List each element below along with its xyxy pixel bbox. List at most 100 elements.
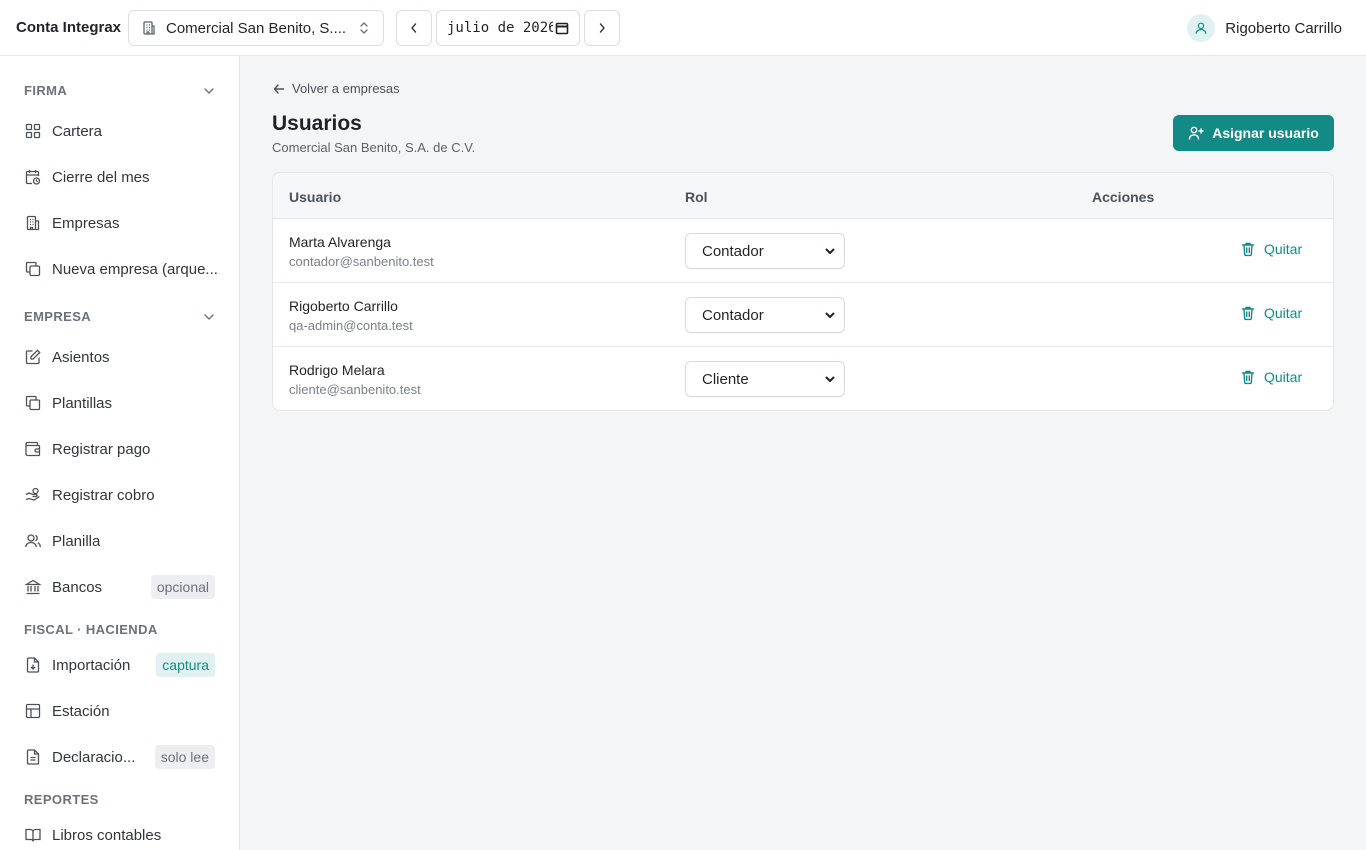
role-select[interactable]: Contador [685,297,845,333]
file-text-icon [24,748,42,766]
sidebar-item-label: Planilla [52,532,101,550]
remove-user-button[interactable]: Quitar [1240,241,1302,257]
building-icon [24,214,42,232]
sidebar-section-empresa[interactable]: EMPRESA [24,309,216,324]
company-selector[interactable]: Comercial San Benito, S.... [128,10,384,46]
sidebar-item-asientos[interactable]: Asientos [16,339,224,375]
chevron-down-icon [202,310,216,324]
remove-user-label: Quitar [1264,241,1303,257]
sidebar-item-empresas[interactable]: Empresas [16,205,224,241]
copy-icon [24,260,42,278]
capture-badge: captura [156,653,215,677]
chevron-left-icon [407,21,421,35]
arrow-left-icon [272,82,286,96]
building-icon [141,20,157,36]
column-header-acciones: Acciones [1092,189,1155,205]
trash-icon [1240,369,1256,385]
user-name: Rigoberto Carrillo [1225,19,1342,37]
user-email: cliente@sanbenito.test [289,382,421,397]
app-brand: Conta Integrax [16,19,122,36]
next-period-button[interactable] [584,10,620,46]
trash-icon [1240,305,1256,321]
sidebar-item-nueva-empresa[interactable]: Nueva empresa (arque... [16,251,224,287]
role-value: Contador [702,306,764,324]
sidebar-item-plantillas[interactable]: Plantillas [16,385,224,421]
remove-user-label: Quitar [1264,305,1303,321]
role-select[interactable]: Contador [685,233,845,269]
copy-icon [24,394,42,412]
user-email: qa-admin@conta.test [289,318,413,333]
company-selector-label: Comercial San Benito, S.... [166,19,347,37]
edit-document-icon [24,348,42,366]
sidebar-item-importacion[interactable]: Importación captura [16,647,224,683]
sidebar-section-reportes: REPORTES [24,792,216,807]
table-icon [24,702,42,720]
remove-user-button[interactable]: Quitar [1240,305,1302,321]
calendar-clock-icon [24,168,42,186]
chevrons-up-down-icon [357,20,371,36]
sidebar-item-label: Estación [52,702,110,720]
sidebar-item-estacion[interactable]: Estación [16,693,224,729]
sidebar-section-fiscal-hacienda: FISCAL · HACIENDA [24,622,216,637]
sidebar-item-cierre-del-mes[interactable]: Cierre del mes [16,159,224,195]
sidebar-item-label: Nueva empresa (arque... [52,260,218,278]
sidebar-item-label: Declaracio... [52,748,136,766]
grid-icon [24,122,42,140]
chevron-down-icon [824,309,836,321]
sidebar-item-label: Asientos [52,348,110,366]
sidebar-item-bancos[interactable]: Bancos opcional [16,569,224,605]
top-bar: Conta Integrax Comercial San Benito, S..… [0,0,1366,56]
sidebar-item-label: Registrar cobro [52,486,155,504]
user-email: contador@sanbenito.test [289,254,434,269]
chevron-down-icon [202,84,216,98]
sidebar-item-label: Cierre del mes [52,168,150,186]
avatar [1187,14,1216,42]
sidebar-item-registrar-pago[interactable]: Registrar pago [16,431,224,467]
section-title: FIRMA [24,83,68,98]
previous-period-button[interactable] [396,10,432,46]
trash-icon [1240,241,1256,257]
sidebar-item-label: Libros contables [52,826,162,844]
chevron-down-icon [824,373,836,385]
section-title: EMPRESA [24,309,92,324]
remove-user-button[interactable]: Quitar [1240,369,1302,385]
user-name: Marta Alvarenga [289,234,391,250]
users-icon [24,532,42,550]
role-value: Cliente [702,370,749,388]
section-title: FISCAL · HACIENDA [24,622,158,637]
file-import-icon [24,656,42,674]
user-name: Rodrigo Melara [289,362,385,378]
user-menu[interactable]: Rigoberto Carrillo [1187,14,1342,42]
back-link-label: Volver a empresas [292,81,400,96]
sidebar-item-planilla[interactable]: Planilla [16,523,224,559]
chevron-right-icon [595,21,609,35]
section-title: REPORTES [24,792,99,807]
users-table: Usuario Rol Acciones Marta Alvarenga con… [272,172,1334,411]
period-value: julio de 2026 [447,20,553,36]
table-row: Rodrigo Melara cliente@sanbenito.test Cl… [273,347,1333,410]
user-plus-icon [1188,125,1204,141]
role-select[interactable]: Cliente [685,361,845,397]
sidebar-item-declaraciones[interactable]: Declaracio... solo lee [16,739,224,775]
role-value: Contador [702,242,764,260]
sidebar: FIRMA Cartera Cierre del mes Empresas Nu… [0,56,240,850]
sidebar-item-cartera[interactable]: Cartera [16,113,224,149]
assign-user-button[interactable]: Asignar usuario [1173,115,1334,151]
sidebar-item-registrar-cobro[interactable]: Registrar cobro [16,477,224,513]
sidebar-item-libros-contables[interactable]: Libros contables [16,817,224,850]
sidebar-item-label: Bancos [52,578,103,596]
bank-icon [24,578,42,596]
sidebar-item-label: Cartera [52,122,103,140]
calendar-icon[interactable] [555,21,569,35]
user-icon [1194,21,1208,35]
back-to-companies-link[interactable]: Volver a empresas [272,81,400,96]
sidebar-section-firma[interactable]: FIRMA [24,83,216,98]
sidebar-item-label: Registrar pago [52,440,151,458]
read-only-badge: solo lee [154,745,215,769]
table-row: Marta Alvarenga contador@sanbenito.test … [273,219,1333,283]
wallet-icon [24,440,42,458]
sidebar-item-label: Empresas [52,214,120,232]
user-name: Rigoberto Carrillo [289,298,398,314]
period-month-input[interactable]: julio de 2026 [436,10,580,46]
optional-badge: opcional [150,575,215,599]
